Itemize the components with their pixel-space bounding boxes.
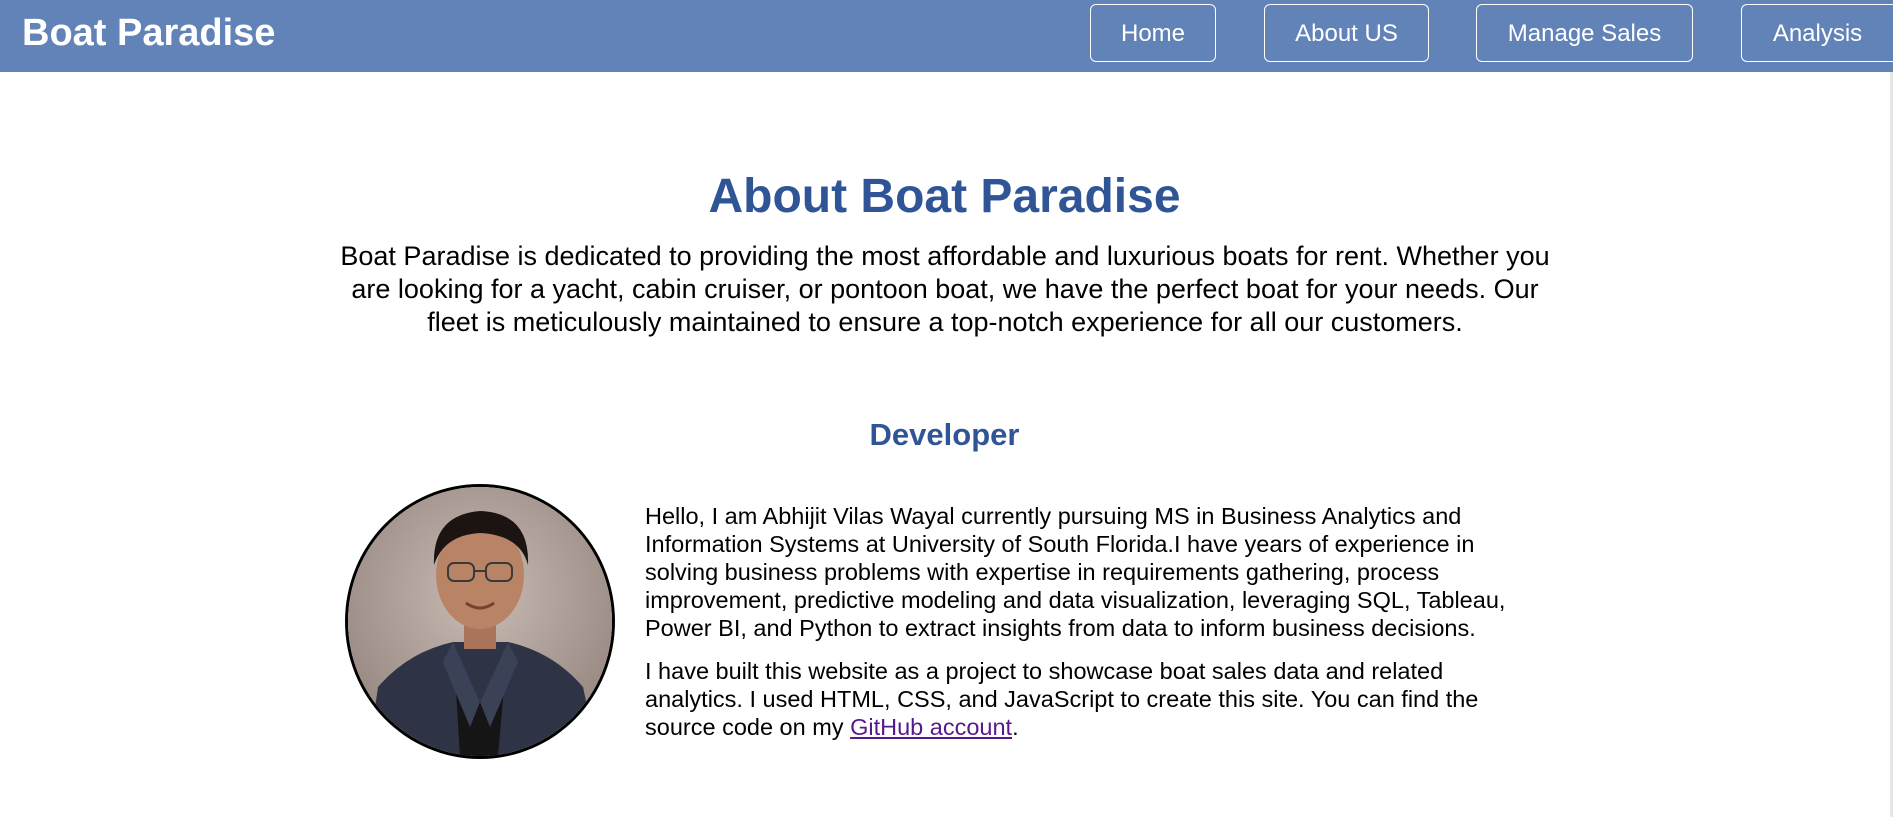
developer-heading: Developer: [869, 417, 1020, 452]
developer-bio: Hello, I am Abhijit Vilas Wayal currentl…: [645, 502, 1525, 756]
bio-paragraph-2-text: I have built this website as a project t…: [645, 658, 1479, 740]
nav-analysis-button[interactable]: Analysis: [1741, 4, 1893, 62]
intro-paragraph: Boat Paradise is dedicated to providing …: [340, 241, 1550, 337]
navbar: Boat Paradise Home About US Manage Sales…: [0, 0, 1893, 72]
brand-logo-text[interactable]: Boat Paradise: [22, 12, 275, 54]
bio-paragraph-2: I have built this website as a project t…: [645, 657, 1525, 741]
github-account-link[interactable]: GitHub account: [850, 714, 1012, 740]
bio-paragraph-2-end: .: [1012, 714, 1019, 740]
page-title: About Boat Paradise: [708, 170, 1181, 223]
bio-paragraph-1: Hello, I am Abhijit Vilas Wayal currentl…: [645, 503, 1506, 641]
nav-about-us-button[interactable]: About US: [1264, 4, 1429, 62]
nav-manage-sales-button[interactable]: Manage Sales: [1476, 4, 1693, 62]
developer-avatar: [345, 484, 615, 759]
nav-home-button[interactable]: Home: [1090, 4, 1216, 62]
